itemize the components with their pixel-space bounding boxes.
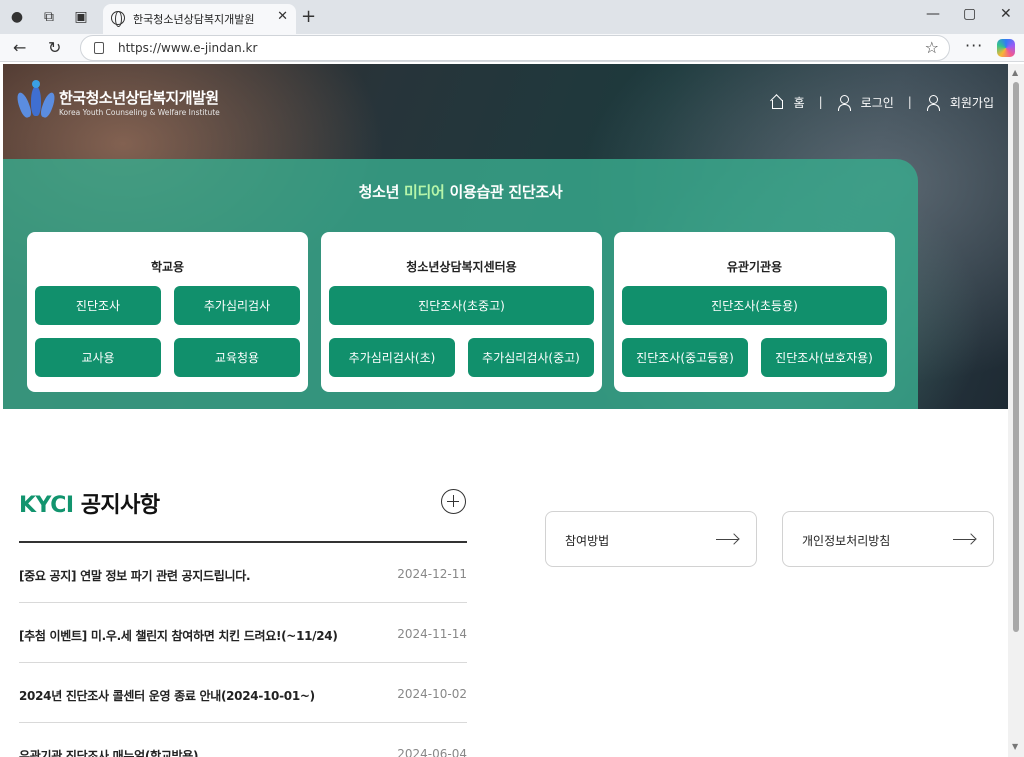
nav-login[interactable]: 로그인 <box>837 94 894 111</box>
privacy-policy-link[interactable]: 개인정보처리방침 <box>782 511 994 567</box>
favorite-star-icon[interactable]: ☆ <box>925 38 939 57</box>
institution-survey-guardian-button[interactable]: 진단조사(보호자용) <box>761 338 887 377</box>
notice-heading: KYCI 공지사항 <box>19 487 160 519</box>
refresh-icon[interactable]: ↻ <box>48 38 61 57</box>
panel-title-highlight: 미디어 <box>404 183 445 201</box>
panel-title-post: 이용습관 진단조사 <box>444 183 563 201</box>
notice-row-date: 2024-06-04 <box>397 747 467 757</box>
globe-icon <box>111 11 125 27</box>
lock-icon[interactable] <box>94 42 104 54</box>
card-title: 유관기관용 <box>726 260 783 274</box>
scroll-down-icon[interactable]: ▼ <box>1012 742 1018 751</box>
panel-title: 청소년 미디어 이용습관 진단조사 <box>3 181 918 202</box>
back-icon[interactable]: ← <box>13 38 26 57</box>
arrow-right-icon <box>953 539 975 541</box>
notice-more-plus-icon[interactable] <box>441 489 466 514</box>
close-tab-icon[interactable]: ✕ <box>277 9 288 24</box>
browser-tab[interactable]: 한국청소년상담복지개발원 ✕ <box>103 4 296 34</box>
scroll-thumb[interactable] <box>1013 82 1019 632</box>
card-counseling-center: 청소년상담복지센터용 진단조사(초중고) 추가심리검사(초) 추가심리검사(중고… <box>321 232 602 392</box>
notice-brand: KYCI <box>19 493 74 518</box>
notice-row-title[interactable]: [중요 공지] 연말 정보 파기 관련 공지드립니다. <box>19 567 251 584</box>
tab-title: 한국청소년상담복지개발원 <box>133 13 255 26</box>
logo-subtitle: Korea Youth Counseling & Welfare Institu… <box>59 108 220 117</box>
notice-row[interactable]: 유관기관 진단조사 매뉴얼(학교밖용) 2024-06-04 <box>19 723 467 757</box>
nav-separator: | <box>907 95 912 109</box>
new-tab-icon[interactable]: + <box>301 6 316 27</box>
copilot-icon[interactable] <box>997 39 1015 57</box>
school-extra-test-button[interactable]: 추가심리검사 <box>174 286 300 325</box>
notice-row[interactable]: [중요 공지] 연말 정보 파기 관련 공지드립니다. 2024-12-11 <box>19 543 467 603</box>
nav-home-label: 홈 <box>793 95 805 110</box>
school-education-office-button[interactable]: 교육청용 <box>174 338 300 377</box>
user-add-icon <box>926 95 940 111</box>
browser-toolbar: ← ↻ https://www.e-jindan.kr ☆ <box>0 34 1024 62</box>
workspaces-icon[interactable]: ⧉ <box>40 8 58 26</box>
notice-title: 공지사항 <box>73 493 160 518</box>
center-extra-test-secondary-button[interactable]: 추가심리검사(중고) <box>468 338 594 377</box>
notice-row-date: 2024-12-11 <box>397 567 467 581</box>
nav-signup-label: 회원가입 <box>949 95 994 110</box>
panel-title-pre: 청소년 <box>358 183 405 201</box>
page-scrollbar[interactable]: ▲ ▼ <box>1008 64 1024 757</box>
notice-row-title[interactable]: 유관기관 진단조사 매뉴얼(학교밖용) <box>19 747 199 757</box>
notice-row[interactable]: [추첨 이벤트] 미.우.세 챌린지 참여하면 치킨 드려요!(~11/24) … <box>19 603 467 663</box>
notice-row-date: 2024-10-02 <box>397 687 467 701</box>
window-close-icon[interactable]: ✕ <box>1000 6 1012 22</box>
card-related-institution: 유관기관용 진단조사(초등용) 진단조사(중고등용) 진단조사(보호자용) <box>614 232 895 392</box>
url-text[interactable]: https://www.e-jindan.kr <box>118 41 257 55</box>
user-icon <box>837 95 851 111</box>
notice-row[interactable]: 2024년 진단조사 콜센터 운영 종료 안내(2024-10-01~) 202… <box>19 663 467 723</box>
notice-row-title[interactable]: 2024년 진단조사 콜센터 운영 종료 안내(2024-10-01~) <box>19 687 315 704</box>
school-survey-button[interactable]: 진단조사 <box>35 286 161 325</box>
notice-row-title[interactable]: [추첨 이벤트] 미.우.세 챌린지 참여하면 치킨 드려요!(~11/24) <box>19 627 338 644</box>
school-teacher-button[interactable]: 교사용 <box>35 338 161 377</box>
browser-tabstrip: ● ⧉ ▣ 한국청소년상담복지개발원 ✕ + — ▢ ✕ <box>0 0 1024 34</box>
minimize-icon[interactable]: — <box>926 6 940 22</box>
home-icon <box>770 95 784 109</box>
nav-home[interactable]: 홈 <box>770 94 805 111</box>
hero-section: 한국청소년상담복지개발원 Korea Youth Counseling & We… <box>3 64 1008 409</box>
page-viewport: 한국청소년상담복지개발원 Korea Youth Counseling & We… <box>3 64 1008 757</box>
card-school: 학교용 진단조사 추가심리검사 교사용 교육청용 <box>27 232 308 392</box>
top-nav: 홈 | 로그인 | 회원가입 <box>770 94 994 111</box>
arrow-right-icon <box>716 539 738 541</box>
maximize-icon[interactable]: ▢ <box>963 6 976 22</box>
tab-actions-icon[interactable]: ▣ <box>72 8 90 26</box>
site-logo[interactable]: 한국청소년상담복지개발원 Korea Youth Counseling & We… <box>14 80 220 124</box>
survey-panel: 청소년 미디어 이용습관 진단조사 학교용 진단조사 추가심리검사 교사용 교육… <box>3 159 918 409</box>
participation-guide-link[interactable]: 참여방법 <box>545 511 757 567</box>
link-label: 개인정보처리방침 <box>802 534 891 548</box>
card-title: 학교용 <box>150 260 185 274</box>
center-survey-button[interactable]: 진단조사(초중고) <box>329 286 594 325</box>
nav-separator: | <box>818 95 823 109</box>
institution-survey-elementary-button[interactable]: 진단조사(초등용) <box>622 286 887 325</box>
notice-row-date: 2024-11-14 <box>397 627 467 641</box>
scroll-up-icon[interactable]: ▲ <box>1012 68 1018 77</box>
institution-survey-secondary-button[interactable]: 진단조사(중고등용) <box>622 338 748 377</box>
more-menu-icon[interactable]: ··· <box>965 36 983 55</box>
address-bar[interactable]: https://www.e-jindan.kr ☆ <box>80 35 950 61</box>
link-label: 참여방법 <box>565 534 610 548</box>
nav-signup[interactable]: 회원가입 <box>926 94 994 111</box>
logo-title: 한국청소년상담복지개발원 <box>59 89 219 107</box>
card-title: 청소년상담복지센터용 <box>406 260 517 274</box>
logo-mark-icon <box>14 80 58 120</box>
center-extra-test-elementary-button[interactable]: 추가심리검사(초) <box>329 338 455 377</box>
profile-icon[interactable]: ● <box>8 8 26 26</box>
nav-login-label: 로그인 <box>860 95 894 110</box>
